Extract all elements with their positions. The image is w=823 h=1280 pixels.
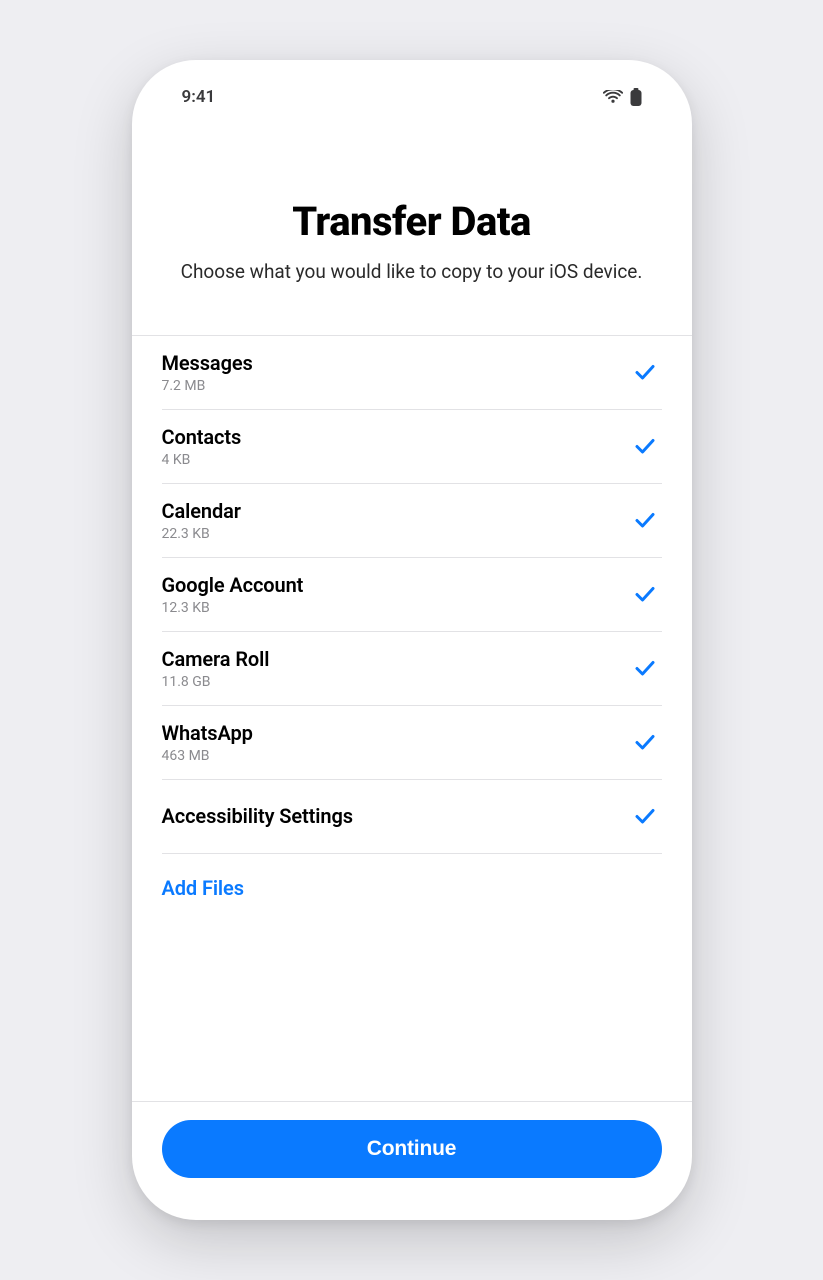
list-item-size: 7.2 MB <box>162 378 253 394</box>
footer: Continue <box>132 1101 692 1220</box>
list-item-camera-roll[interactable]: Camera Roll 11.8 GB <box>162 632 662 706</box>
list-item-whatsapp[interactable]: WhatsApp 463 MB <box>162 706 662 780</box>
list-item-accessibility-settings[interactable]: Accessibility Settings <box>162 780 662 854</box>
checkmark-icon <box>634 583 656 605</box>
list-item-contacts[interactable]: Contacts 4 KB <box>162 410 662 484</box>
list-item-title: Contacts <box>162 425 242 449</box>
data-list: Messages 7.2 MB Contacts 4 KB Calendar 2… <box>132 335 692 920</box>
checkmark-icon <box>634 805 656 827</box>
add-files-row[interactable]: Add Files <box>162 854 662 920</box>
list-item-size: 11.8 GB <box>162 674 270 690</box>
list-item-title: Calendar <box>162 499 241 523</box>
list-item-text: Calendar 22.3 KB <box>162 499 241 542</box>
list-item-text: Google Account 12.3 KB <box>162 573 304 616</box>
list-item-size: 22.3 KB <box>162 526 241 542</box>
checkmark-icon <box>634 509 656 531</box>
page-title: Transfer Data <box>172 198 652 245</box>
continue-button[interactable]: Continue <box>162 1120 662 1178</box>
phone-frame: 9:41 Transfer Data Choose what you would… <box>132 60 692 1220</box>
checkmark-icon <box>634 657 656 679</box>
list-item-size: 463 MB <box>162 748 253 764</box>
list-item-calendar[interactable]: Calendar 22.3 KB <box>162 484 662 558</box>
status-icons <box>603 88 642 106</box>
status-time: 9:41 <box>182 87 216 107</box>
list-item-text: Contacts 4 KB <box>162 425 242 468</box>
list-item-text: Camera Roll 11.8 GB <box>162 647 270 690</box>
list-item-text: Accessibility Settings <box>162 800 353 832</box>
add-files-link[interactable]: Add Files <box>162 876 244 900</box>
list-item-text: Messages 7.2 MB <box>162 351 253 394</box>
wifi-icon <box>603 90 623 104</box>
list-item-title: Accessibility Settings <box>162 800 353 832</box>
list-item-title: Camera Roll <box>162 647 270 671</box>
list-item-google-account[interactable]: Google Account 12.3 KB <box>162 558 662 632</box>
list-item-size: 12.3 KB <box>162 600 304 616</box>
list-item-messages[interactable]: Messages 7.2 MB <box>162 336 662 410</box>
list-item-title: Google Account <box>162 573 304 597</box>
page-subtitle: Choose what you would like to copy to yo… <box>172 259 652 285</box>
list-item-title: Messages <box>162 351 253 375</box>
battery-icon <box>630 88 642 106</box>
status-bar: 9:41 <box>132 60 692 114</box>
checkmark-icon <box>634 731 656 753</box>
list-item-title: WhatsApp <box>162 721 253 745</box>
list-item-size: 4 KB <box>162 452 242 468</box>
checkmark-icon <box>634 361 656 383</box>
list-item-text: WhatsApp 463 MB <box>162 721 253 764</box>
checkmark-icon <box>634 435 656 457</box>
header: Transfer Data Choose what you would like… <box>132 114 692 285</box>
